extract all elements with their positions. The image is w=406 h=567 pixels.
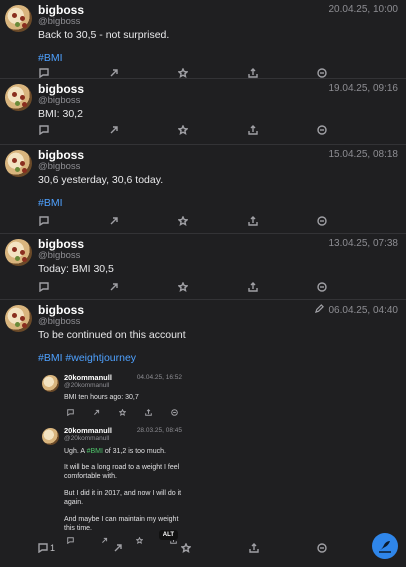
- text-part: of 31,2 is too much.: [102, 448, 166, 455]
- post-time: 28.03.25, 08:45: [136, 427, 182, 434]
- avatar[interactable]: [5, 5, 32, 32]
- author-handle: @bigboss: [38, 16, 81, 27]
- boost-icon[interactable]: [108, 124, 120, 136]
- post-text: Back to 30,5 - not surprised.: [38, 29, 170, 41]
- author-handle: @bigboss: [38, 161, 81, 172]
- reply-icon[interactable]: [38, 124, 50, 136]
- favourite-icon[interactable]: [177, 281, 189, 293]
- avatar[interactable]: [42, 428, 59, 445]
- more-icon[interactable]: [316, 542, 328, 554]
- author-handle: @20kommanull: [64, 435, 110, 442]
- favourite-icon[interactable]: [177, 124, 189, 136]
- post-time: 19.04.25, 09:16: [328, 83, 398, 94]
- alt-badge[interactable]: ALT: [158, 530, 178, 540]
- compose-icon: [379, 541, 391, 553]
- more-icon[interactable]: [168, 406, 180, 418]
- hashtag-links[interactable]: #BMI #weightjourney: [38, 352, 136, 364]
- share-icon[interactable]: [247, 281, 259, 293]
- hashtag-link[interactable]: #BMI: [87, 448, 103, 455]
- post[interactable]: bigboss @bigboss 20.04.25, 10:00 Back to…: [0, 0, 406, 79]
- share-icon[interactable]: [142, 406, 154, 418]
- more-icon[interactable]: [316, 67, 328, 79]
- author-name[interactable]: bigboss: [38, 303, 84, 317]
- author-handle: @20kommanull: [64, 382, 110, 389]
- more-icon[interactable]: [316, 281, 328, 293]
- post-text: Today: BMI 30,5: [38, 263, 114, 275]
- share-icon[interactable]: [247, 67, 259, 79]
- author-handle: @bigboss: [38, 316, 81, 327]
- text-part: Ugh. A: [64, 448, 87, 455]
- post-text: To be continued on this account: [38, 329, 186, 341]
- post-time-text: 06.04.25, 04:40: [328, 305, 398, 316]
- quoted-post[interactable]: 20kommanull @20kommanull 28.03.25, 08:45…: [40, 420, 190, 544]
- avatar[interactable]: [5, 239, 32, 266]
- boost-icon[interactable]: [112, 542, 124, 554]
- post-text: BMI: 30,2: [38, 108, 83, 120]
- post[interactable]: bigboss @bigboss 13.04.25, 07:38 Today: …: [0, 234, 406, 300]
- post-actions: [38, 124, 328, 136]
- boost-icon[interactable]: [108, 281, 120, 293]
- share-icon[interactable]: [248, 542, 260, 554]
- edited-icon: [315, 304, 325, 313]
- post-time: 06.04.25, 04:40: [315, 304, 398, 316]
- post-actions: [38, 215, 328, 227]
- compose-button[interactable]: [372, 533, 398, 559]
- hashtag-link[interactable]: #BMI: [38, 52, 63, 64]
- post[interactable]: bigboss @bigboss 15.04.25, 08:18 30,6 ye…: [0, 145, 406, 234]
- share-icon[interactable]: [247, 215, 259, 227]
- reply-icon[interactable]: [64, 406, 76, 418]
- post-actions: [38, 281, 328, 293]
- author-name[interactable]: 20kommanull: [64, 426, 112, 435]
- favourite-icon[interactable]: [177, 215, 189, 227]
- author-handle: @bigboss: [38, 250, 81, 261]
- post-text: Ugh. A #BMI of 31,2 is too much.: [64, 447, 186, 456]
- post[interactable]: bigboss @bigboss 19.04.25, 09:16 BMI: 30…: [0, 79, 406, 145]
- post-text: It will be a long road to a weight I fee…: [64, 464, 180, 480]
- favourite-icon[interactable]: [116, 406, 128, 418]
- reply-icon[interactable]: 1: [38, 542, 56, 554]
- post-actions: [64, 406, 180, 416]
- avatar[interactable]: [42, 375, 59, 392]
- post-time: 04.04.25, 16:52: [136, 374, 182, 381]
- author-name[interactable]: bigboss: [38, 148, 84, 162]
- quoted-post[interactable]: 20kommanull @20kommanull 04.04.25, 16:52…: [40, 373, 190, 417]
- author-name[interactable]: 20kommanull: [64, 373, 112, 382]
- reply-icon[interactable]: [38, 215, 50, 227]
- share-icon[interactable]: [247, 124, 259, 136]
- hashtag-link[interactable]: #BMI: [38, 197, 63, 209]
- post-time: 15.04.25, 08:18: [328, 149, 398, 160]
- reply-count: 1: [50, 543, 56, 553]
- boost-icon[interactable]: [108, 215, 120, 227]
- author-name[interactable]: bigboss: [38, 3, 84, 17]
- post[interactable]: bigboss @bigboss 06.04.25, 04:40 To be c…: [0, 300, 406, 558]
- avatar[interactable]: [5, 150, 32, 177]
- author-name[interactable]: bigboss: [38, 82, 84, 96]
- avatar[interactable]: [5, 84, 32, 111]
- favourite-icon[interactable]: [177, 67, 189, 79]
- post-text: But I did it in 2017, and now I will do …: [64, 490, 182, 506]
- author-name[interactable]: bigboss: [38, 237, 84, 251]
- reply-icon[interactable]: [38, 67, 50, 79]
- boost-icon[interactable]: [108, 67, 120, 79]
- more-icon[interactable]: [316, 124, 328, 136]
- post-text: BMI ten hours ago: 30,7: [64, 394, 139, 401]
- avatar[interactable]: [5, 305, 32, 332]
- post-text: 30,6 yesterday, 30,6 today.: [38, 174, 164, 186]
- post-actions: [38, 67, 328, 79]
- boost-icon[interactable]: [90, 406, 102, 418]
- reply-icon[interactable]: [38, 281, 50, 293]
- favourite-icon[interactable]: [180, 542, 192, 554]
- author-handle: @bigboss: [38, 95, 81, 106]
- post-actions: 1: [38, 542, 328, 554]
- more-icon[interactable]: [316, 215, 328, 227]
- post-time: 13.04.25, 07:38: [328, 238, 398, 249]
- post-time: 20.04.25, 10:00: [328, 4, 398, 15]
